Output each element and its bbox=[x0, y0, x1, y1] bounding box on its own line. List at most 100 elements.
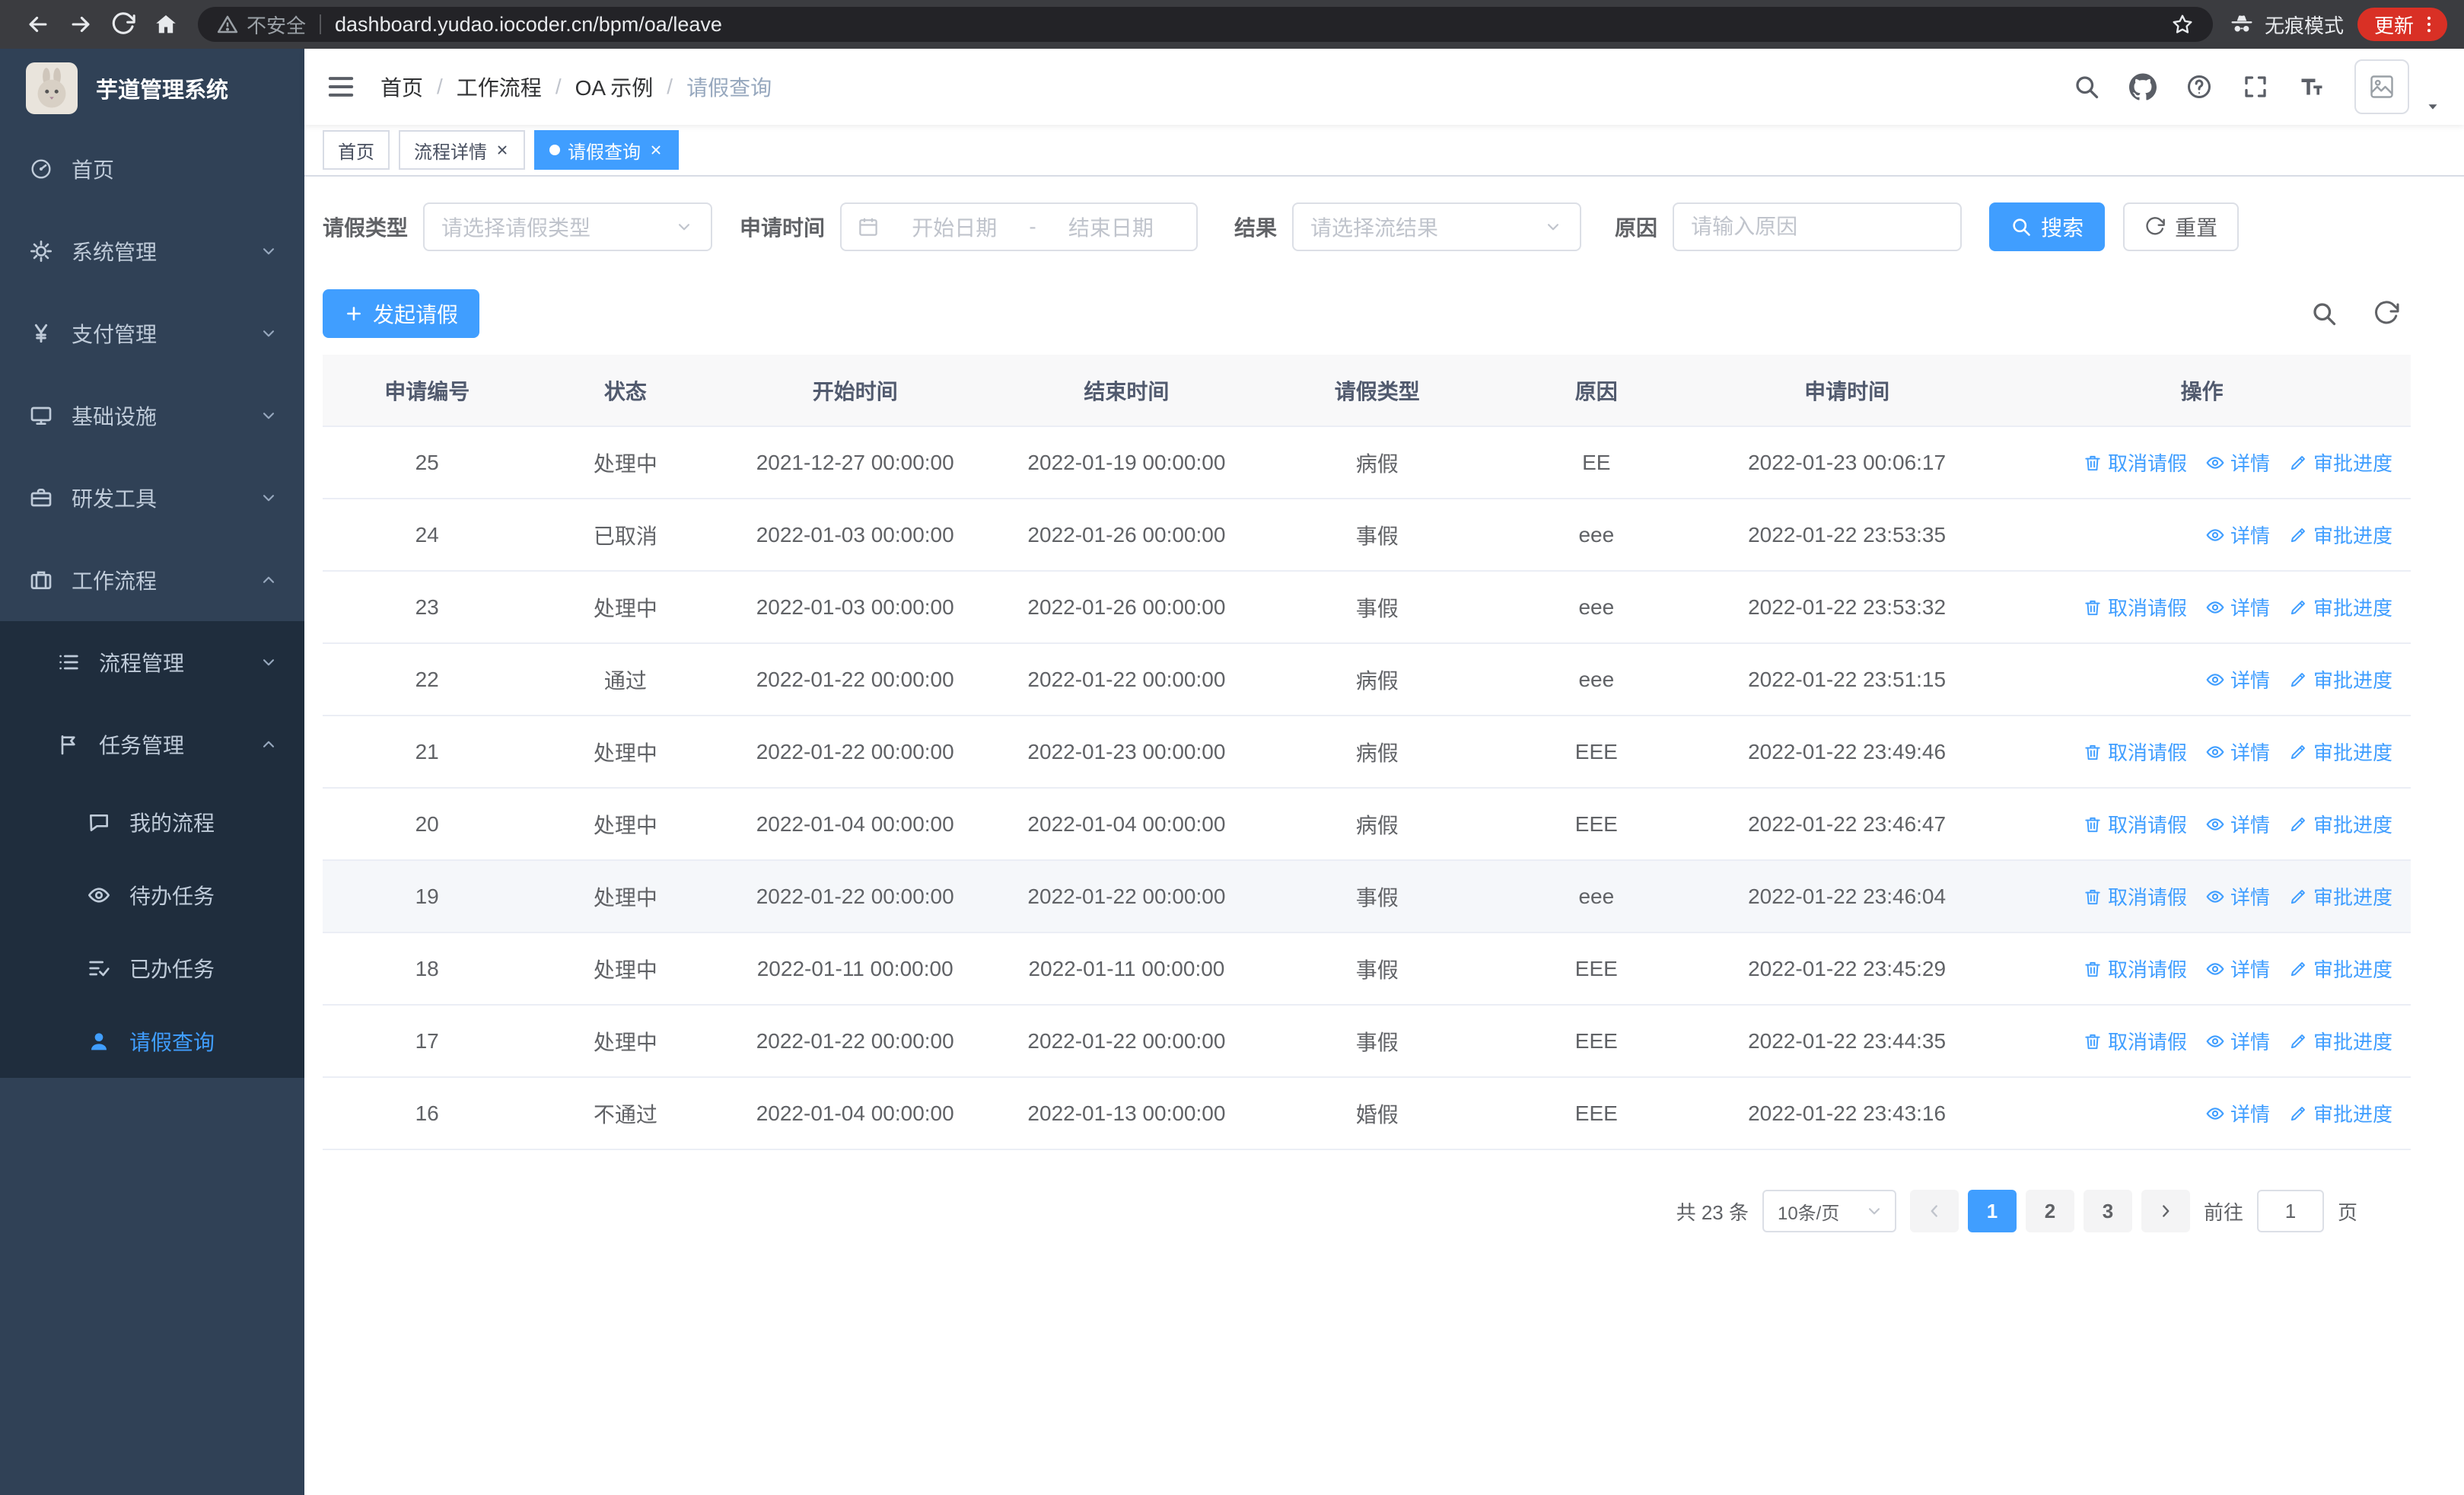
detail-action-link[interactable]: 详情 bbox=[2205, 593, 2270, 621]
search-button[interactable]: 搜索 bbox=[1989, 202, 2106, 251]
sidebar-toggle-button[interactable] bbox=[304, 72, 377, 102]
table-row[interactable]: 20 处理中 2022-01-04 00:00:00 2022-01-04 00:00… bbox=[323, 788, 2411, 861]
tab-process-detail[interactable]: 流程详情 bbox=[399, 130, 525, 170]
fullscreen-icon[interactable] bbox=[2242, 73, 2269, 100]
sidebar-item-payment[interactable]: 支付管理 bbox=[0, 292, 304, 375]
table-row[interactable]: 18 处理中 2022-01-11 00:00:00 2022-01-11 00:00… bbox=[323, 932, 2411, 1006]
progress-action-link[interactable]: 审批进度 bbox=[2288, 738, 2392, 766]
page-content: 请假类型 请选择请假类型 申请时间 开始日期 - 结束日期 结果 请选择流结果 bbox=[304, 177, 2464, 1495]
page-button-2[interactable]: 2 bbox=[2025, 1190, 2074, 1232]
update-label: 更新 bbox=[2373, 14, 2414, 37]
cancel-action-link[interactable]: 取消请假 bbox=[2083, 738, 2187, 766]
sidebar-item-system[interactable]: 系统管理 bbox=[0, 210, 304, 292]
detail-action-link[interactable]: 详情 bbox=[2205, 1027, 2270, 1055]
apply-time-range-picker[interactable]: 开始日期 - 结束日期 bbox=[840, 202, 1199, 251]
sidebar-item-dev-tools[interactable]: 研发工具 bbox=[0, 457, 304, 539]
goto-page-input[interactable] bbox=[2256, 1190, 2324, 1232]
chevron-right-icon bbox=[2156, 1201, 2176, 1221]
detail-action-link[interactable]: 详情 bbox=[2205, 665, 2270, 693]
table-row[interactable]: 19 处理中 2022-01-22 00:00:00 2022-01-22 00:00… bbox=[323, 860, 2411, 933]
eye-icon bbox=[2205, 959, 2225, 979]
breadcrumb-item[interactable]: OA 示例 bbox=[575, 72, 654, 102]
detail-action-link[interactable]: 详情 bbox=[2205, 448, 2270, 477]
toolbox-icon bbox=[27, 486, 55, 510]
result-select[interactable]: 请选择流结果 bbox=[1292, 202, 1582, 251]
reset-button[interactable]: 重置 bbox=[2123, 202, 2240, 251]
column-header: 操作 bbox=[1993, 355, 2411, 427]
cancel-action-link[interactable]: 取消请假 bbox=[2083, 1027, 2187, 1055]
page-button-3[interactable]: 3 bbox=[2083, 1190, 2132, 1232]
breadcrumb-item[interactable]: 首页 bbox=[380, 72, 423, 102]
progress-action-link[interactable]: 审批进度 bbox=[2288, 882, 2392, 910]
table-row[interactable]: 22 通过 2022-01-22 00:00:00 2022-01-22 00:00:… bbox=[323, 643, 2411, 716]
sidebar-item-home[interactable]: 首页 bbox=[0, 128, 304, 210]
avatar-caret-icon[interactable] bbox=[2424, 98, 2441, 115]
sidebar-item-task-management[interactable]: 任务管理 bbox=[0, 703, 304, 786]
sidebar-item-process-management[interactable]: 流程管理 bbox=[0, 621, 304, 703]
progress-action-link[interactable]: 审批进度 bbox=[2288, 448, 2392, 477]
font-size-icon[interactable] bbox=[2298, 73, 2326, 100]
sidebar-item-done-tasks[interactable]: 已办任务 bbox=[0, 932, 304, 1005]
cancel-action-link[interactable]: 取消请假 bbox=[2083, 810, 2187, 838]
progress-action-link[interactable]: 审批进度 bbox=[2288, 1099, 2392, 1127]
sidebar-item-todo-tasks[interactable]: 待办任务 bbox=[0, 859, 304, 932]
table-row[interactable]: 25 处理中 2021-12-27 00:00:00 2022-01-19 00:00… bbox=[323, 426, 2411, 499]
browser-home-button[interactable] bbox=[145, 3, 187, 46]
sidebar-item-leave-query[interactable]: 请假查询 bbox=[0, 1005, 304, 1078]
detail-action-link[interactable]: 详情 bbox=[2205, 738, 2270, 766]
detail-action-link[interactable]: 详情 bbox=[2205, 521, 2270, 549]
next-page-button[interactable] bbox=[2141, 1190, 2190, 1232]
create-leave-button[interactable]: 发起请假 bbox=[323, 289, 480, 338]
header-search-icon[interactable] bbox=[2073, 73, 2100, 100]
detail-action-link[interactable]: 详情 bbox=[2205, 810, 2270, 838]
table-row[interactable]: 23 处理中 2022-01-03 00:00:00 2022-01-26 00:00… bbox=[323, 571, 2411, 644]
progress-action-link[interactable]: 审批进度 bbox=[2288, 810, 2392, 838]
leave-type-label: 请假类型 bbox=[323, 216, 409, 240]
row-actions: 详情 审批进度 bbox=[1993, 665, 2411, 693]
action-label: 详情 bbox=[2230, 886, 2270, 909]
sidebar-item-infrastructure[interactable]: 基础设施 bbox=[0, 375, 304, 457]
tab-leave-query[interactable]: 请假查询 bbox=[534, 130, 679, 170]
prev-page-button[interactable] bbox=[1909, 1190, 1959, 1232]
cancel-action-link[interactable]: 取消请假 bbox=[2083, 882, 2187, 910]
cell-reason: EEE bbox=[1491, 1005, 1701, 1078]
table-row[interactable]: 16 不通过 2022-01-04 00:00:00 2022-01-13 00:00… bbox=[323, 1077, 2411, 1150]
sidebar-item-workflow[interactable]: 工作流程 bbox=[0, 539, 304, 621]
url-bar[interactable]: 不安全 dashboard.yudao.iocoder.cn/bpm/oa/le… bbox=[198, 7, 2213, 42]
github-icon[interactable] bbox=[2129, 73, 2157, 100]
breadcrumb-item[interactable]: 工作流程 bbox=[457, 72, 542, 102]
browser-update-button[interactable]: 更新 bbox=[2357, 8, 2447, 41]
browser-reload-button[interactable] bbox=[102, 3, 145, 46]
tab-close-icon[interactable] bbox=[648, 142, 664, 158]
table-row[interactable]: 21 处理中 2022-01-22 00:00:00 2022-01-23 00:00… bbox=[323, 716, 2411, 789]
help-icon[interactable] bbox=[2185, 73, 2213, 100]
progress-action-link[interactable]: 审批进度 bbox=[2288, 1027, 2392, 1055]
page-size-select[interactable]: 10条/页 bbox=[1762, 1190, 1896, 1232]
detail-action-link[interactable]: 详情 bbox=[2205, 955, 2270, 983]
sidebar-item-my-process[interactable]: 我的流程 bbox=[0, 786, 304, 859]
table-row[interactable]: 17 处理中 2022-01-22 00:00:00 2022-01-22 00:00… bbox=[323, 1005, 2411, 1078]
page-button-1[interactable]: 1 bbox=[1967, 1190, 2017, 1232]
user-avatar[interactable] bbox=[2354, 59, 2409, 114]
tab-close-icon[interactable] bbox=[495, 142, 510, 158]
cancel-action-link[interactable]: 取消请假 bbox=[2083, 593, 2187, 621]
progress-action-link[interactable]: 审批进度 bbox=[2288, 665, 2392, 693]
toggle-search-icon[interactable] bbox=[2310, 300, 2338, 327]
cell-start: 2022-01-22 00:00:00 bbox=[719, 860, 992, 933]
browser-back-button[interactable] bbox=[17, 3, 59, 46]
progress-action-link[interactable]: 审批进度 bbox=[2288, 521, 2392, 549]
refresh-table-icon[interactable] bbox=[2373, 300, 2400, 327]
cancel-action-link[interactable]: 取消请假 bbox=[2083, 448, 2187, 477]
browser-forward-button[interactable] bbox=[59, 3, 102, 46]
bookmark-star-icon[interactable] bbox=[2170, 12, 2195, 37]
reason-input[interactable] bbox=[1673, 202, 1963, 251]
detail-action-link[interactable]: 详情 bbox=[2205, 882, 2270, 910]
table-row[interactable]: 24 已取消 2022-01-03 00:00:00 2022-01-26 00:00… bbox=[323, 499, 2411, 572]
detail-action-link[interactable]: 详情 bbox=[2205, 1099, 2270, 1127]
tab-home[interactable]: 首页 bbox=[323, 130, 390, 170]
browser-menu-icon[interactable] bbox=[2418, 14, 2440, 35]
progress-action-link[interactable]: 审批进度 bbox=[2288, 593, 2392, 621]
cancel-action-link[interactable]: 取消请假 bbox=[2083, 955, 2187, 983]
leave-type-select[interactable]: 请选择请假类型 bbox=[423, 202, 713, 251]
progress-action-link[interactable]: 审批进度 bbox=[2288, 955, 2392, 983]
